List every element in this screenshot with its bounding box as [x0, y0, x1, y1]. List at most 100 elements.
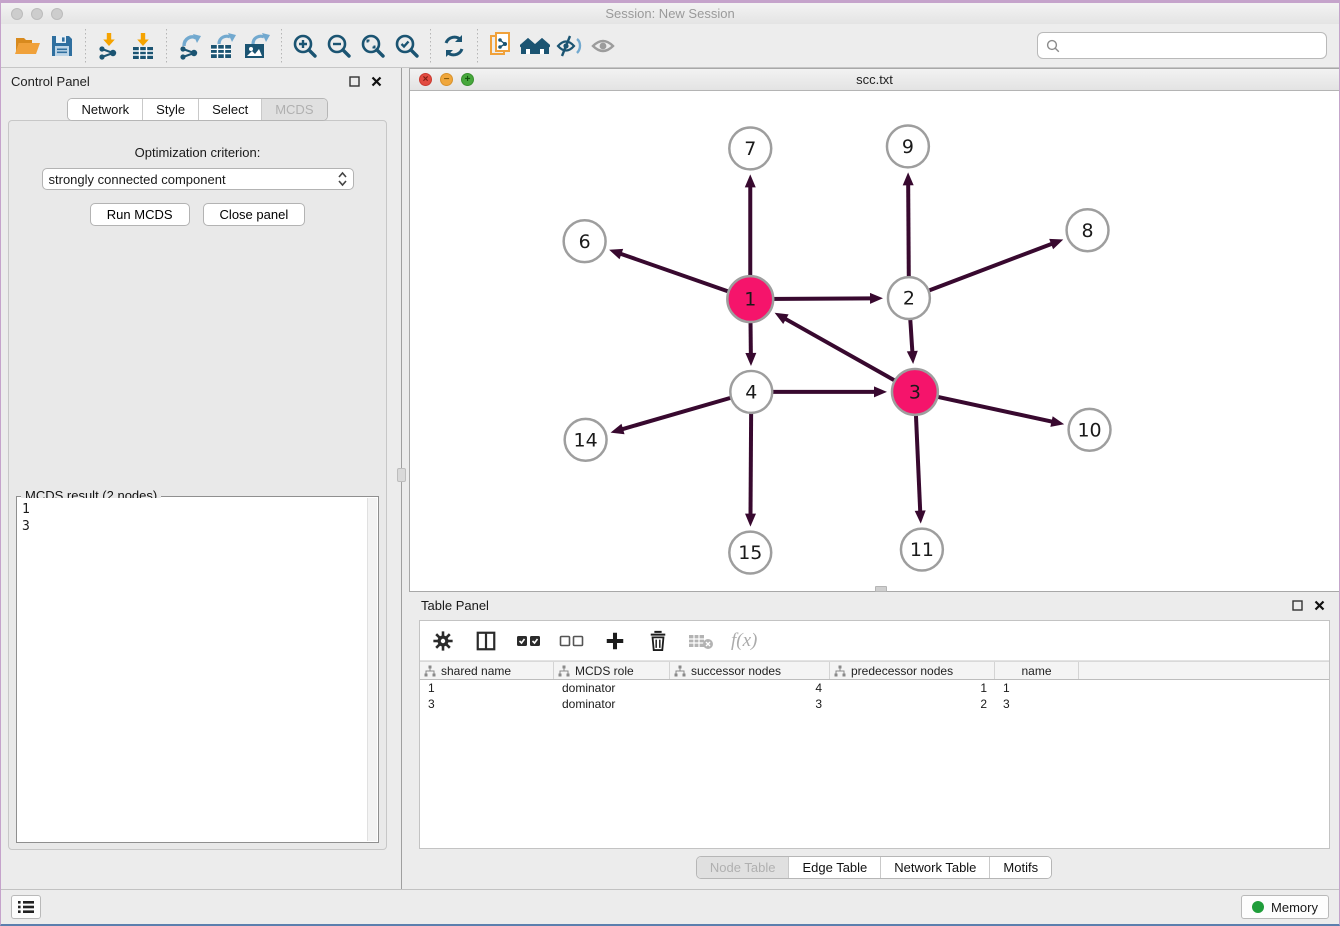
tab-mcds[interactable]: MCDS: [261, 99, 326, 120]
network-maximize-button[interactable]: +: [461, 73, 474, 86]
memory-button[interactable]: Memory: [1241, 895, 1329, 919]
chevron-up-down-icon: [338, 171, 347, 187]
column-header-shared-name[interactable]: shared name: [420, 662, 554, 679]
mcds-result-text[interactable]: 1 3: [18, 498, 367, 841]
table-cell[interactable]: dominator: [554, 697, 670, 711]
close-panel-button[interactable]: Close panel: [203, 203, 306, 226]
import-table-button[interactable]: [126, 29, 160, 63]
hierarchy-icon: [834, 665, 846, 677]
graph-edge-arrowhead: [745, 514, 756, 527]
tab-select[interactable]: Select: [198, 99, 261, 120]
show-eye-disabled-button[interactable]: [586, 29, 620, 63]
float-panel-icon[interactable]: [346, 73, 362, 89]
table-cell[interactable]: 3: [995, 697, 1079, 711]
table-cell[interactable]: 1: [995, 681, 1079, 695]
horizontal-splitter-grip[interactable]: [875, 586, 887, 592]
toolbar-separator: [281, 29, 282, 63]
control-panel-title: Control Panel: [11, 74, 90, 89]
float-table-panel-icon[interactable]: [1289, 598, 1305, 614]
search-input[interactable]: [1066, 38, 1318, 53]
select-all-columns-icon[interactable]: [516, 628, 542, 654]
network-close-button[interactable]: ×: [419, 73, 432, 86]
import-network-button[interactable]: [92, 29, 126, 63]
main-toolbar: [1, 24, 1339, 68]
houses-icon-button[interactable]: [518, 29, 552, 63]
splitter-grip[interactable]: [397, 468, 406, 482]
zoom-selected-button[interactable]: [390, 29, 424, 63]
graph-edge-2-8[interactable]: [909, 243, 1053, 298]
mcds-tab-pane: Optimization criterion: strongly connect…: [8, 120, 387, 850]
zoom-out-button[interactable]: [322, 29, 356, 63]
table-cell[interactable]: 2: [830, 697, 995, 711]
toolbar-search[interactable]: [1037, 32, 1327, 59]
show-columns-icon[interactable]: [473, 628, 499, 654]
table-cell[interactable]: 1: [420, 681, 554, 695]
column-header-mcds-role[interactable]: MCDS role: [554, 662, 670, 679]
table-panel-title: Table Panel: [421, 598, 489, 613]
window-titlebar: Session: New Session: [1, 3, 1339, 24]
toolbar-separator: [477, 29, 478, 63]
tab-motifs[interactable]: Motifs: [989, 857, 1051, 878]
table-settings-gear-icon[interactable]: [430, 628, 456, 654]
table-cell[interactable]: 3: [670, 697, 830, 711]
add-column-plus-icon[interactable]: [602, 628, 628, 654]
memory-label: Memory: [1271, 900, 1318, 915]
column-header-successor-nodes[interactable]: successor nodes: [670, 662, 830, 679]
tab-edge-table[interactable]: Edge Table: [788, 857, 880, 878]
tab-node-table[interactable]: Node Table: [697, 857, 789, 878]
search-icon: [1046, 39, 1060, 53]
save-session-button[interactable]: [45, 29, 79, 63]
run-mcds-button[interactable]: Run MCDS: [90, 203, 190, 226]
hierarchy-icon: [674, 665, 686, 677]
network-minimize-button[interactable]: −: [440, 73, 453, 86]
optimization-criterion-select[interactable]: strongly connected component: [42, 168, 354, 190]
apply-layout-button[interactable]: [437, 29, 471, 63]
delete-table-icon-disabled: [688, 628, 714, 654]
table-cell[interactable]: dominator: [554, 681, 670, 695]
vertical-splitter[interactable]: [394, 68, 409, 892]
table-cell[interactable]: 1: [830, 681, 995, 695]
table-row[interactable]: 3dominator323: [420, 696, 1329, 712]
graph-node-label-3: 3: [909, 382, 921, 404]
graph-node-label-8: 8: [1082, 220, 1094, 242]
result-scrollbar[interactable]: [367, 498, 377, 841]
graph-edge-arrowhead: [609, 249, 623, 259]
graph-node-label-1: 1: [744, 289, 756, 311]
duplicate-network-button[interactable]: [484, 29, 518, 63]
delete-columns-trash-icon[interactable]: [645, 628, 671, 654]
graph-node-label-7: 7: [744, 138, 756, 160]
table-row[interactable]: 1dominator411: [420, 680, 1329, 696]
export-table-button[interactable]: [207, 29, 241, 63]
export-network-button[interactable]: [173, 29, 207, 63]
table-cell[interactable]: 3: [420, 697, 554, 711]
zoom-in-button[interactable]: [288, 29, 322, 63]
graph-node-label-6: 6: [579, 231, 591, 253]
close-table-panel-icon[interactable]: [1311, 598, 1327, 614]
table-panel-tabs: Node TableEdge TableNetwork TableMotifs: [696, 856, 1052, 879]
tab-style[interactable]: Style: [142, 99, 198, 120]
window-title: Session: New Session: [1, 6, 1339, 21]
network-window-title: scc.txt: [410, 72, 1339, 87]
deselect-all-columns-icon[interactable]: [559, 628, 585, 654]
column-header-predecessor-nodes[interactable]: predecessor nodes: [830, 662, 995, 679]
hierarchy-icon: [424, 665, 436, 677]
hide-eye-slash-button[interactable]: [552, 29, 586, 63]
graph-node-label-4: 4: [745, 382, 757, 404]
task-history-button[interactable]: [11, 895, 41, 919]
table-cell[interactable]: 4: [670, 681, 830, 695]
network-window-titlebar: scc.txt × − +: [410, 69, 1339, 91]
memory-status-icon: [1252, 901, 1264, 913]
toolbar-separator: [430, 29, 431, 63]
zoom-fit-button[interactable]: [356, 29, 390, 63]
list-icon: [18, 900, 34, 914]
graph-node-label-15: 15: [738, 542, 762, 564]
tab-network-table[interactable]: Network Table: [880, 857, 989, 878]
export-image-button[interactable]: [241, 29, 275, 63]
column-header-name[interactable]: name: [995, 662, 1079, 679]
control-panel: Control Panel NetworkStyleSelectMCDS Opt…: [1, 68, 394, 892]
close-panel-icon[interactable]: [368, 73, 384, 89]
network-canvas[interactable]: 7968124314101511: [410, 91, 1339, 591]
tab-network[interactable]: Network: [68, 99, 142, 120]
open-session-button[interactable]: [11, 29, 45, 63]
graph-edge-arrowhead: [874, 386, 887, 397]
